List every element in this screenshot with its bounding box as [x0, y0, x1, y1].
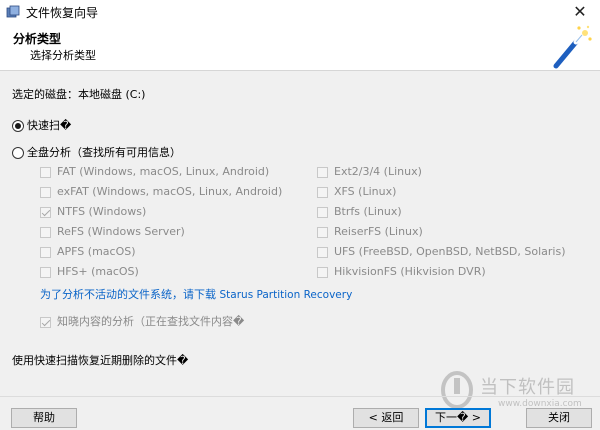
quick-scan-option[interactable]: 快速扫� [12, 117, 71, 133]
fs-label: APFS (macOS) [57, 245, 136, 258]
content-area: 选定的磁盘：本地磁盘 (C:) 快速扫� 全盘分析（查找所有可用信息） FAT … [0, 72, 600, 390]
back-button[interactable]: < 返回 [353, 408, 419, 428]
full-analysis-label: 全盘分析（查找所有可用信息） [27, 146, 181, 159]
fs-checkbox[interactable] [40, 226, 51, 238]
fs-checkbox[interactable] [317, 186, 328, 198]
fs-label: NTFS (Windows) [57, 205, 147, 218]
fs-item-apfs[interactable]: APFS (macOS) [40, 245, 136, 258]
fs-label: ReiserFS (Linux) [334, 225, 423, 238]
full-analysis-option[interactable]: 全盘分析（查找所有可用信息） [12, 144, 181, 160]
quick-scan-radio[interactable] [12, 120, 24, 132]
window-title: 文件恢复向导 [26, 5, 99, 20]
fs-item-refs[interactable]: ReFS (Windows Server) [40, 225, 185, 238]
fs-label: UFS (FreeBSD, OpenBSD, NetBSD, Solaris) [334, 245, 566, 258]
fs-item-hikvisionfs[interactable]: HikvisionFS (Hikvision DVR) [317, 265, 486, 278]
fs-label: exFAT (Windows, macOS, Linux, Android) [57, 185, 283, 198]
fs-checkbox[interactable] [40, 266, 51, 278]
next-button[interactable]: 下一� > [425, 408, 491, 428]
hint-text: 使用快速扫描恢复近期删除的文件� [12, 354, 189, 367]
fs-label: FAT (Windows, macOS, Linux, Android) [57, 165, 270, 178]
fs-item-exfat[interactable]: exFAT (Windows, macOS, Linux, Android) [40, 185, 282, 198]
fs-checkbox[interactable] [317, 246, 328, 258]
fs-checkbox[interactable] [40, 206, 51, 218]
fs-item-hfsplus[interactable]: HFS+ (macOS) [40, 265, 139, 278]
footer-separator [0, 396, 600, 397]
selected-disk-label: 选定的磁盘：本地磁盘 (C:) [12, 88, 146, 101]
close-button[interactable]: 关闭 [526, 408, 592, 428]
fs-label: Btrfs (Linux) [334, 205, 402, 218]
fs-item-xfs[interactable]: XFS (Linux) [317, 185, 396, 198]
fs-item-reiserfs[interactable]: ReiserFS (Linux) [317, 225, 423, 238]
fs-label: XFS (Linux) [334, 185, 397, 198]
fs-item-fat[interactable]: FAT (Windows, macOS, Linux, Android) [40, 165, 269, 178]
link-product: Starus Partition Recovery [219, 289, 353, 301]
page-subtitle: 选择分析类型 [30, 49, 96, 62]
close-icon[interactable]: ✕ [570, 2, 590, 22]
content-analysis-label: 知晓内容的分析（正在查找文件内容� [57, 315, 245, 328]
app-icon [6, 5, 20, 19]
title-bar: 文件恢复向导 ✕ [0, 0, 600, 24]
fs-checkbox[interactable] [317, 226, 328, 238]
wizard-header: 分析类型 选择分析类型 [0, 24, 600, 71]
fs-checkbox[interactable] [317, 206, 328, 218]
fs-item-ntfs[interactable]: NTFS (Windows) [40, 205, 146, 218]
partition-recovery-link[interactable]: 为了分析不活动的文件系统，请下载 Starus Partition Recove… [40, 286, 352, 302]
fs-checkbox[interactable] [40, 246, 51, 258]
fs-label: Ext2/3/4 (Linux) [334, 165, 422, 178]
content-analysis-option[interactable]: 知晓内容的分析（正在查找文件内容� [40, 313, 244, 329]
fs-label: ReFS (Windows Server) [57, 225, 185, 238]
full-analysis-radio[interactable] [12, 147, 24, 159]
fs-checkbox[interactable] [40, 166, 51, 178]
content-analysis-checkbox[interactable] [40, 316, 51, 328]
help-button[interactable]: 帮助 [11, 408, 77, 428]
fs-item-ufs[interactable]: UFS (FreeBSD, OpenBSD, NetBSD, Solaris) [317, 245, 566, 258]
fs-checkbox[interactable] [40, 186, 51, 198]
watermark-logo-icon [441, 371, 473, 409]
fs-item-btrfs[interactable]: Btrfs (Linux) [317, 205, 402, 218]
fs-checkbox[interactable] [317, 166, 328, 178]
quick-scan-label: 快速扫� [27, 119, 72, 132]
fs-item-ext[interactable]: Ext2/3/4 (Linux) [317, 165, 422, 178]
magic-wand-icon [553, 25, 592, 69]
fs-checkbox[interactable] [317, 266, 328, 278]
page-title: 分析类型 [13, 32, 62, 46]
link-prefix: 为了分析不活动的文件系统，请下载 [40, 288, 220, 301]
fs-label: HikvisionFS (Hikvision DVR) [334, 265, 486, 278]
fs-label: HFS+ (macOS) [57, 265, 139, 278]
